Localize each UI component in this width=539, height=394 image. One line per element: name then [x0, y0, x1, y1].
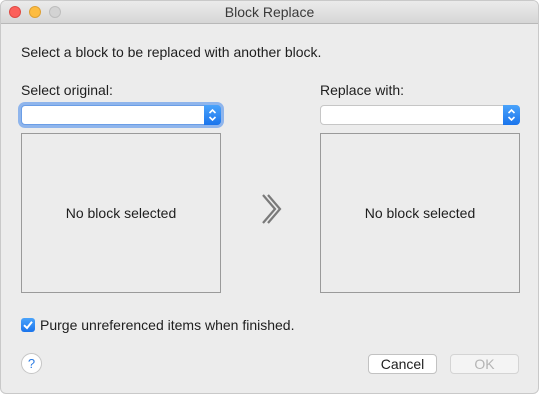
block-replace-dialog: Block Replace Select a block to be repla… [0, 0, 539, 394]
double-chevron-right-icon [255, 191, 287, 227]
original-preview-text: No block selected [65, 205, 177, 221]
replacement-preview-text: No block selected [364, 205, 476, 221]
replace-with-dropdown[interactable] [320, 105, 520, 125]
instruction-text: Select a block to be replaced with anoth… [21, 44, 322, 60]
select-original-label: Select original: [21, 82, 113, 98]
purge-checkbox[interactable] [21, 318, 35, 332]
cancel-button[interactable]: Cancel [368, 354, 437, 374]
window-title: Block Replace [224, 4, 315, 20]
up-down-chevron-icon[interactable] [503, 105, 520, 125]
purge-checkbox-label[interactable]: Purge unreferenced items when finished. [40, 317, 294, 333]
replacement-block-preview: No block selected [320, 133, 520, 293]
title-bar[interactable]: Block Replace [1, 1, 538, 24]
checkmark-icon [23, 321, 33, 330]
select-original-dropdown[interactable] [21, 105, 221, 125]
up-down-chevron-icon[interactable] [204, 105, 221, 125]
original-block-preview: No block selected [21, 133, 221, 293]
ok-button[interactable]: OK [450, 354, 519, 374]
replace-with-label: Replace with: [320, 82, 405, 98]
help-button[interactable]: ? [21, 353, 42, 374]
